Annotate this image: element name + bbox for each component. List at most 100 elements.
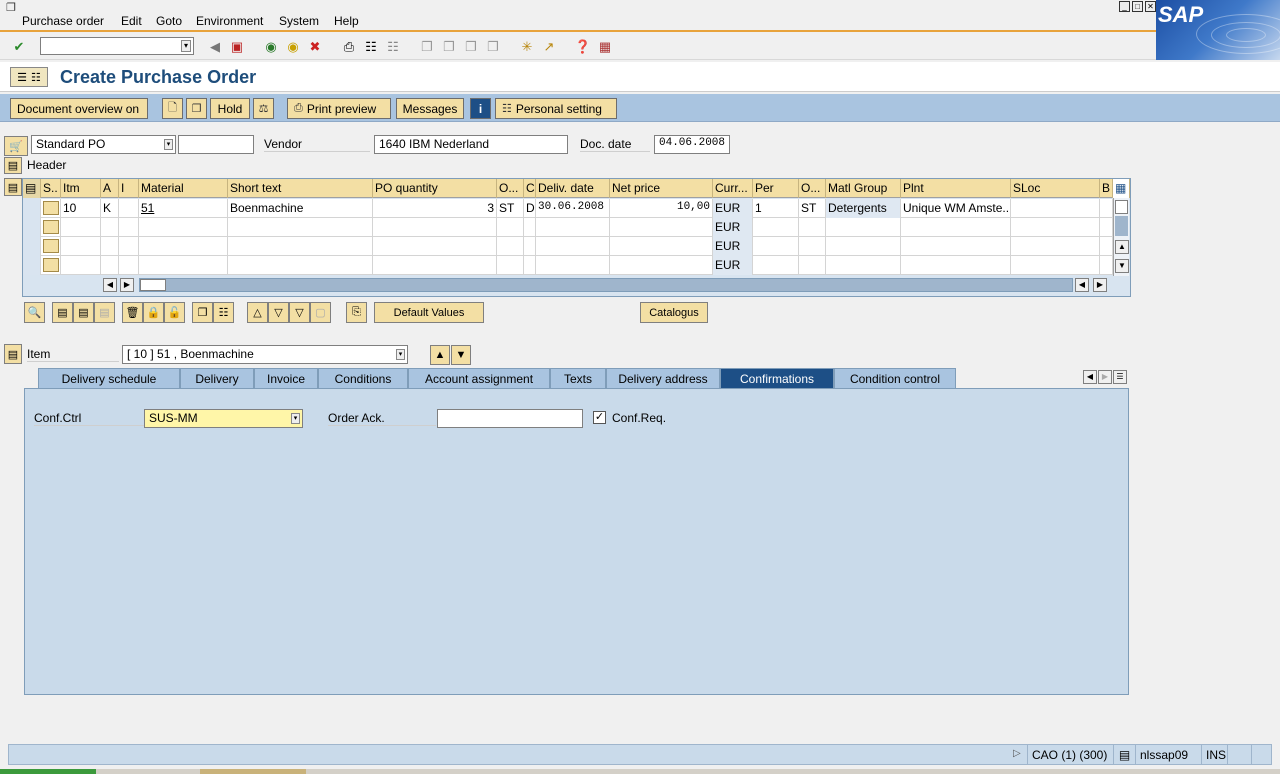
scroll-left-end-icon[interactable]: ◀: [1075, 278, 1089, 292]
table-row[interactable]: 10 K 51 Boenmachine 3 ST D 30.06.2008 10…: [23, 199, 1113, 218]
currency-cell[interactable]: EUR: [713, 237, 753, 256]
doc-number-field[interactable]: [178, 135, 254, 154]
qty-cell[interactable]: [373, 218, 497, 237]
input-mode[interactable]: INS: [1201, 745, 1227, 764]
deliv-date-cell[interactable]: 30.06.2008: [536, 199, 610, 218]
col-po-quantity[interactable]: PO quantity: [373, 179, 497, 198]
item-detail-icon[interactable]: ▤: [4, 344, 22, 364]
per-cell[interactable]: [753, 218, 799, 237]
tab-confirmations[interactable]: Confirmations: [720, 368, 834, 388]
col-b[interactable]: B: [1100, 179, 1113, 198]
item-overview-icon[interactable]: ▤: [4, 178, 22, 196]
item-dropdown-icon[interactable]: ▾: [396, 349, 405, 360]
deliv-date-cell[interactable]: [536, 256, 610, 275]
doc-date-field[interactable]: 04.06.2008: [654, 135, 730, 154]
messages-button[interactable]: Messages: [396, 98, 464, 119]
b-cell[interactable]: [1100, 199, 1113, 218]
b-cell[interactable]: [1100, 256, 1113, 275]
col-deliv-date[interactable]: Deliv. date: [536, 179, 610, 198]
back-arrow-icon[interactable]: ◀: [206, 38, 224, 56]
col-matl-group[interactable]: Matl Group: [826, 179, 901, 198]
unit-cell[interactable]: [497, 218, 524, 237]
order-price-unit-cell[interactable]: [799, 256, 826, 275]
conf-ctrl-select[interactable]: SUS-MM ▾: [144, 409, 303, 428]
tab-list-icon[interactable]: ☰: [1113, 370, 1127, 384]
new-document-button[interactable]: 🗋: [162, 98, 183, 119]
default-values-button[interactable]: Default Values: [374, 302, 484, 323]
table-row[interactable]: EUR: [23, 256, 1113, 275]
menu-help[interactable]: Help: [334, 14, 359, 28]
per-cell[interactable]: [753, 256, 799, 275]
shortcut-icon[interactable]: ↗: [540, 38, 558, 56]
tab-delivery-schedule[interactable]: Delivery schedule: [38, 368, 180, 388]
i-cell[interactable]: [119, 199, 139, 218]
tab-condition-control[interactable]: Condition control: [834, 368, 956, 388]
plant-cell[interactable]: [901, 256, 1011, 275]
header-expand-icon[interactable]: ▤: [4, 157, 22, 174]
order-price-unit-cell[interactable]: ST: [799, 199, 826, 218]
next-item-icon[interactable]: ▼: [451, 345, 471, 365]
row-selector[interactable]: [23, 256, 41, 275]
material-cell[interactable]: 51: [139, 199, 228, 218]
table-row[interactable]: EUR: [23, 237, 1113, 256]
order-price-unit-cell[interactable]: [799, 237, 826, 256]
itm-cell[interactable]: 10: [61, 199, 101, 218]
i-cell[interactable]: [119, 256, 139, 275]
tab-account-assignment[interactable]: Account assignment: [408, 368, 550, 388]
material-cell[interactable]: [139, 218, 228, 237]
select-block-icon[interactable]: ▤: [94, 302, 115, 323]
net-price-cell[interactable]: [610, 256, 713, 275]
sort-ascending-icon[interactable]: △: [247, 302, 268, 323]
sort-descending-icon[interactable]: ▽: [268, 302, 289, 323]
doc-type-dropdown-icon[interactable]: ▾: [164, 139, 173, 150]
unit-cell[interactable]: ST: [497, 199, 524, 218]
deselect-all-icon[interactable]: ▤: [73, 302, 94, 323]
print-icon[interactable]: ⎙: [340, 38, 358, 56]
previous-item-icon[interactable]: ▲: [430, 345, 450, 365]
scroll-right-end-icon[interactable]: ▶: [1093, 278, 1107, 292]
tab-invoice[interactable]: Invoice: [254, 368, 318, 388]
col-material[interactable]: Material: [139, 179, 228, 198]
system-list-icon[interactable]: ▤: [1113, 745, 1135, 764]
command-dropdown-icon[interactable]: ▾: [181, 40, 191, 52]
restore-icon[interactable]: □: [1132, 1, 1143, 12]
short-text-cell[interactable]: [228, 256, 373, 275]
col-currency[interactable]: Curr...: [713, 179, 753, 198]
itm-cell[interactable]: [61, 237, 101, 256]
back-icon[interactable]: ◉: [262, 38, 280, 56]
open-document-button[interactable]: ❐: [186, 98, 207, 119]
first-page-icon[interactable]: ❐: [418, 38, 436, 56]
tab-scroll-right-icon[interactable]: ▶: [1098, 370, 1112, 384]
matl-group-cell[interactable]: [826, 237, 901, 256]
tab-delivery-address[interactable]: Delivery address: [606, 368, 720, 388]
menu-system[interactable]: System: [279, 14, 319, 28]
col-order-unit[interactable]: O...: [497, 179, 524, 198]
scroll-thumb[interactable]: [1115, 216, 1128, 236]
matl-group-cell[interactable]: Detergents: [826, 199, 901, 218]
sloc-cell[interactable]: [1011, 199, 1100, 218]
system-info[interactable]: CAO (1) (300): [1027, 745, 1113, 764]
col-short-text[interactable]: Short text: [228, 179, 373, 198]
details-icon[interactable]: 🔍: [24, 302, 45, 323]
c-cell[interactable]: D: [524, 199, 536, 218]
item-select[interactable]: [ 10 ] 51 , Boenmachine ▾: [122, 345, 408, 364]
close-window-icon[interactable]: ✕: [1145, 1, 1156, 12]
unit-cell[interactable]: [497, 256, 524, 275]
itm-cell[interactable]: [61, 256, 101, 275]
sloc-cell[interactable]: [1011, 237, 1100, 256]
enter-check-icon[interactable]: ✔: [10, 38, 28, 56]
b-cell[interactable]: [1100, 237, 1113, 256]
subtotal-icon[interactable]: ▢: [310, 302, 331, 323]
col-order-price-unit[interactable]: O...: [799, 179, 826, 198]
a-cell[interactable]: [101, 218, 119, 237]
shopping-cart-icon[interactable]: 🛒: [4, 136, 28, 156]
clipboard-icon[interactable]: ⎘: [346, 302, 367, 323]
previous-page-icon[interactable]: ❐: [440, 38, 458, 56]
table-settings-icon[interactable]: ▤: [23, 179, 41, 198]
order-price-unit-cell[interactable]: [799, 218, 826, 237]
menu-edit[interactable]: Edit: [121, 14, 142, 28]
deliv-date-cell[interactable]: [536, 218, 610, 237]
save-icon[interactable]: ▣: [228, 38, 246, 56]
order-ack-field[interactable]: [437, 409, 583, 428]
unblock-icon[interactable]: 🔓: [164, 302, 185, 323]
